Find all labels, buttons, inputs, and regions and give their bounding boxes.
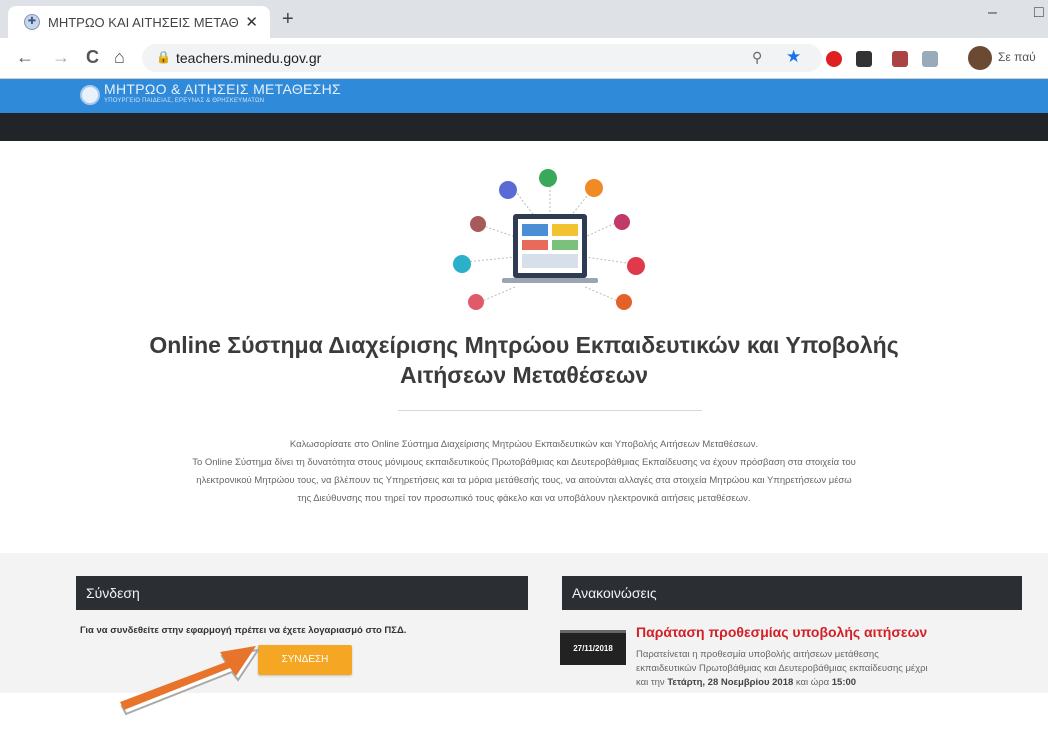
extension-icon[interactable] (922, 51, 938, 67)
login-button[interactable]: ΣΥΝΔΕΣΗ (258, 645, 352, 675)
browser-tab-bar: ✚ ΜΗΤΡΩΟ ΚΑΙ ΑΙΤΗΣΕΙΣ ΜΕΤΑΘΕ ✕ + – □ (0, 0, 1048, 38)
ministry-logo-icon (80, 85, 100, 105)
extension-icon[interactable] (856, 51, 872, 67)
forward-button[interactable]: → (52, 47, 70, 68)
announcement-text: και ώρα (793, 677, 832, 688)
announcement-title-link[interactable]: Παράταση προθεσμίας υποβολής αιτήσεων (636, 624, 927, 640)
page-title: Online Σύστημα Διαχείρισης Μητρώου Εκπαι… (60, 330, 988, 390)
heart-icon (616, 294, 632, 310)
search-icon (539, 169, 557, 187)
mail-icon (627, 257, 645, 275)
url-text[interactable]: teachers.minedu.gov.gr (176, 50, 321, 66)
welcome-text: Καλωσορίσατε στο Online Σύστημα Διαχείρι… (80, 436, 968, 508)
phone-icon (470, 216, 486, 232)
tab-title: ΜΗΤΡΩΟ ΚΑΙ ΑΙΤΗΣΕΙΣ ΜΕΤΑΘΕ (48, 14, 238, 30)
announcement-body: Παρατείνεται η προθεσμία υποβολής αιτήσε… (636, 648, 1026, 690)
bookmark-star-icon[interactable]: ★ (786, 47, 801, 67)
announcement-text: και την (636, 677, 668, 688)
share-icon (453, 255, 471, 273)
announcement-line: και την Τετάρτη, 28 Νοεμβρίου 2018 και ώ… (636, 676, 1026, 690)
maximize-button[interactable]: □ (1034, 4, 1044, 22)
back-button[interactable]: ← (16, 47, 34, 68)
title-divider (398, 410, 702, 411)
profile-name[interactable]: Σε παύ (998, 50, 1036, 64)
announcements-panel-heading: Ανακοινώσεις (562, 576, 1022, 610)
cloud-icon (585, 179, 603, 197)
home-button[interactable]: ⌂ (114, 47, 125, 68)
site-header-subtitle: ΥΠΟΥΡΓΕΙΟ ΠΑΙΔΕΙΑΣ, ΕΡΕΥΝΑΣ & ΘΡΗΣΚΕΥΜΑΤ… (104, 98, 265, 104)
page-title-line-2: Αιτήσεων Μεταθέσεων (399, 362, 649, 388)
user-icon (468, 294, 484, 310)
browser-tab[interactable]: ✚ ΜΗΤΡΩΟ ΚΑΙ ΑΙΤΗΣΕΙΣ ΜΕΤΑΘΕ ✕ (8, 6, 270, 38)
site-nav-bar (0, 113, 1048, 141)
announcement-date-badge: 27/11/2018 (560, 630, 626, 665)
pointer-arrow-icon (120, 646, 261, 716)
minimize-button[interactable]: – (988, 4, 997, 22)
page-title-line-1: Online Σύστημα Διαχείρισης Μητρώου Εκπαι… (149, 332, 899, 358)
login-panel-heading: Σύνδεση (76, 576, 528, 610)
site-favicon-icon: ✚ (24, 14, 40, 30)
announcement-line: Παρατείνεται η προθεσμία υποβολής αιτήσε… (636, 649, 879, 660)
login-message: Για να συνδεθείτε στην εφαρμογή πρέπει ν… (80, 625, 407, 636)
new-tab-button[interactable]: + (282, 8, 294, 31)
chat-icon (499, 181, 517, 199)
announcement-line: εκπαιδευτικών Πρωτοβάθμιας και Δευτεροβά… (636, 663, 928, 674)
site-header: ΜΗΤΡΩΟ & ΑΙΤΗΣΕΙΣ ΜΕΤΑΘΕΣΗΣ ΥΠΟΥΡΓΕΙΟ ΠΑ… (0, 79, 1048, 113)
welcome-line: της Διεύθυνσης που τηρεί τον προσωπικό τ… (297, 493, 751, 504)
welcome-line: ηλεκτρονικού Μητρώου τους, να βλέπουν τι… (196, 475, 852, 486)
welcome-line: Το Online Σύστημα δίνει τη δυνατότητα στ… (192, 457, 856, 468)
pdf-extension-icon[interactable] (892, 51, 908, 67)
settings-icon (614, 214, 630, 230)
welcome-line: Καλωσορίσατε στο Online Σύστημα Διαχείρι… (289, 439, 759, 450)
hero-illustration (453, 169, 645, 310)
tab-close-icon[interactable]: ✕ (245, 13, 258, 31)
lock-icon: 🔒 (156, 50, 171, 64)
announcement-deadline-date: Τετάρτη, 28 Νοεμβρίου 2018 (667, 677, 794, 688)
address-bar[interactable]: 🔒 teachers.minedu.gov.gr ⚲ ★ (142, 44, 822, 72)
announcement-deadline-time: 15:00 (831, 677, 857, 688)
browser-toolbar: ← → C ⌂ 🔒 teachers.minedu.gov.gr ⚲ ★ Σε … (0, 38, 1048, 79)
site-header-title: ΜΗΤΡΩΟ & ΑΙΤΗΣΕΙΣ ΜΕΤΑΘΕΣΗΣ (104, 81, 341, 97)
profile-avatar[interactable] (968, 46, 992, 70)
reload-button[interactable]: C (86, 47, 99, 68)
opera-extension-icon[interactable] (826, 51, 842, 67)
search-icon[interactable]: ⚲ (752, 49, 762, 66)
